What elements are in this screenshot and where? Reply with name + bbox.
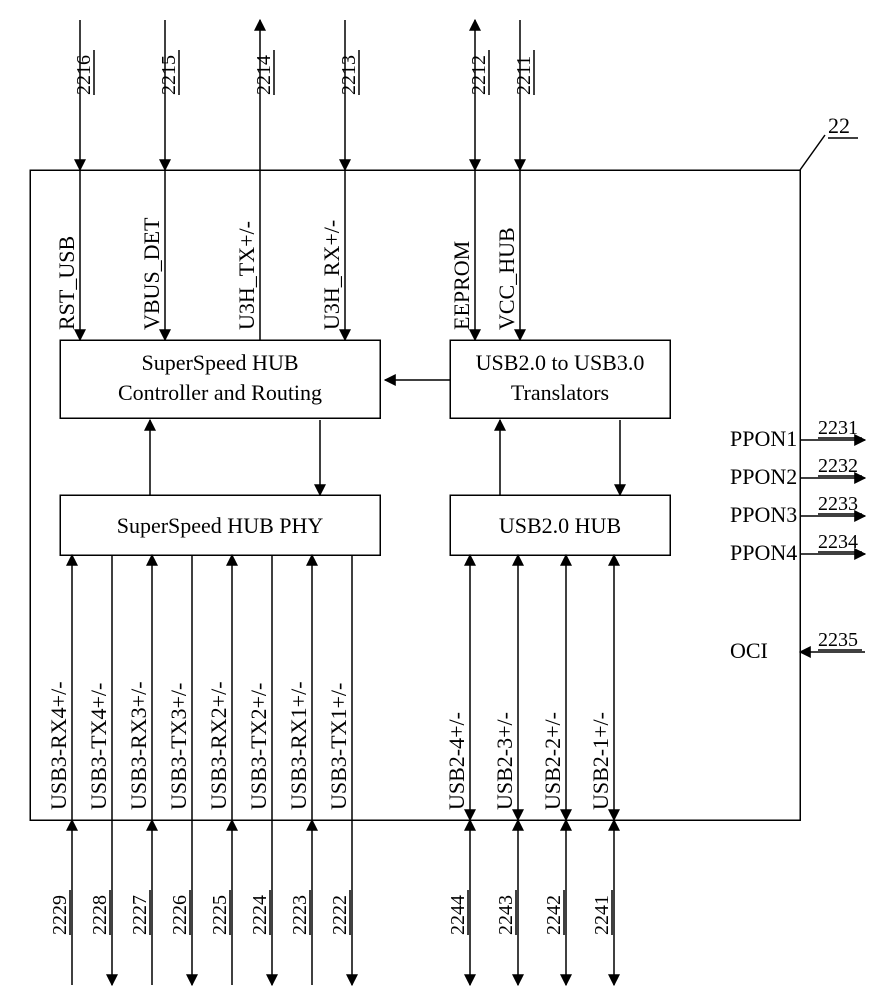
top-signal-num-2: 2214 — [253, 55, 275, 95]
top-signal-num-5: 2211 — [513, 56, 535, 95]
u2-signal-label-1: USB2-3+/- — [492, 712, 517, 810]
ss-signal-num-7: 2222 — [329, 895, 351, 935]
ss-signal-num-2: 2227 — [129, 895, 151, 935]
ss-signal-label-4: USB3-RX2+/- — [206, 681, 231, 810]
ss-signal-num-0: 2229 — [49, 895, 71, 935]
ss-signal-label-6: USB3-RX1+/- — [286, 681, 311, 810]
u2-signal-num-3: 2241 — [591, 895, 613, 935]
u2-signal-num-0: 2244 — [447, 895, 469, 935]
top-signal-label-5: VCC_HUB — [494, 227, 519, 330]
u2-signal-num-2: 2242 — [543, 895, 565, 935]
right-signal-num-2: 2233 — [818, 493, 858, 515]
right-signal-label-1: PPON2 — [730, 464, 797, 489]
right-signal-label-0: PPON1 — [730, 426, 797, 451]
ss-signal-num-6: 2223 — [289, 895, 311, 935]
ss-signal-label-2: USB3-RX3+/- — [126, 681, 151, 810]
u2-signal-num-1: 2243 — [495, 895, 517, 935]
top-signal-num-1: 2215 — [158, 55, 180, 95]
ref-label: 22 — [828, 113, 850, 138]
block-controller-label1: SuperSpeed HUB — [141, 350, 298, 375]
block-controller-label2: Controller and Routing — [118, 380, 322, 405]
ss-signal-label-1: USB3-TX4+/- — [86, 683, 111, 810]
block-usb2hub-label: USB2.0 HUB — [499, 513, 621, 538]
ss-signal-num-3: 2226 — [169, 895, 191, 935]
right-signal-num-1: 2232 — [818, 455, 858, 477]
top-signal-label-3: U3H_RX+/- — [319, 220, 344, 330]
ss-signal-label-3: USB3-TX3+/- — [166, 683, 191, 810]
right-signal-num-0: 2231 — [818, 417, 858, 439]
u2-signal-label-3: USB2-1+/- — [588, 712, 613, 810]
right-signal-label-3: PPON4 — [730, 540, 797, 565]
block-translators-label1: USB2.0 to USB3.0 — [476, 350, 645, 375]
right-signal-label-4: OCI — [730, 638, 768, 663]
ss-signal-label-5: USB3-TX2+/- — [246, 683, 271, 810]
top-signal-label-2: U3H_TX+/- — [234, 221, 259, 330]
top-signal-label-4: EEPROM — [449, 241, 474, 330]
block-diagram: 22 SuperSpeed HUB Controller and Routing… — [0, 0, 875, 1000]
u2-signal-label-0: USB2-4+/- — [444, 712, 469, 810]
top-signal-num-3: 2213 — [338, 55, 360, 95]
top-signal-label-1: VBUS_DET — [139, 217, 164, 330]
block-translators-label2: Translators — [511, 380, 609, 405]
u2-signal-label-2: USB2-2+/- — [540, 712, 565, 810]
right-signal-num-3: 2234 — [818, 531, 858, 553]
top-signal-num-4: 2212 — [468, 55, 490, 95]
ss-signal-label-0: USB3-RX4+/- — [46, 681, 71, 810]
ss-signal-label-7: USB3-TX1+/- — [326, 683, 351, 810]
ref-leader — [800, 135, 825, 170]
right-signal-label-2: PPON3 — [730, 502, 797, 527]
right-signal-num-4: 2235 — [818, 629, 858, 651]
block-phy-label: SuperSpeed HUB PHY — [117, 513, 324, 538]
top-signal-label-0: RST_USB — [54, 236, 79, 330]
ss-signal-num-1: 2228 — [89, 895, 111, 935]
top-signal-num-0: 2216 — [73, 55, 95, 95]
ss-signal-num-4: 2225 — [209, 895, 231, 935]
ss-signal-num-5: 2224 — [249, 895, 271, 935]
